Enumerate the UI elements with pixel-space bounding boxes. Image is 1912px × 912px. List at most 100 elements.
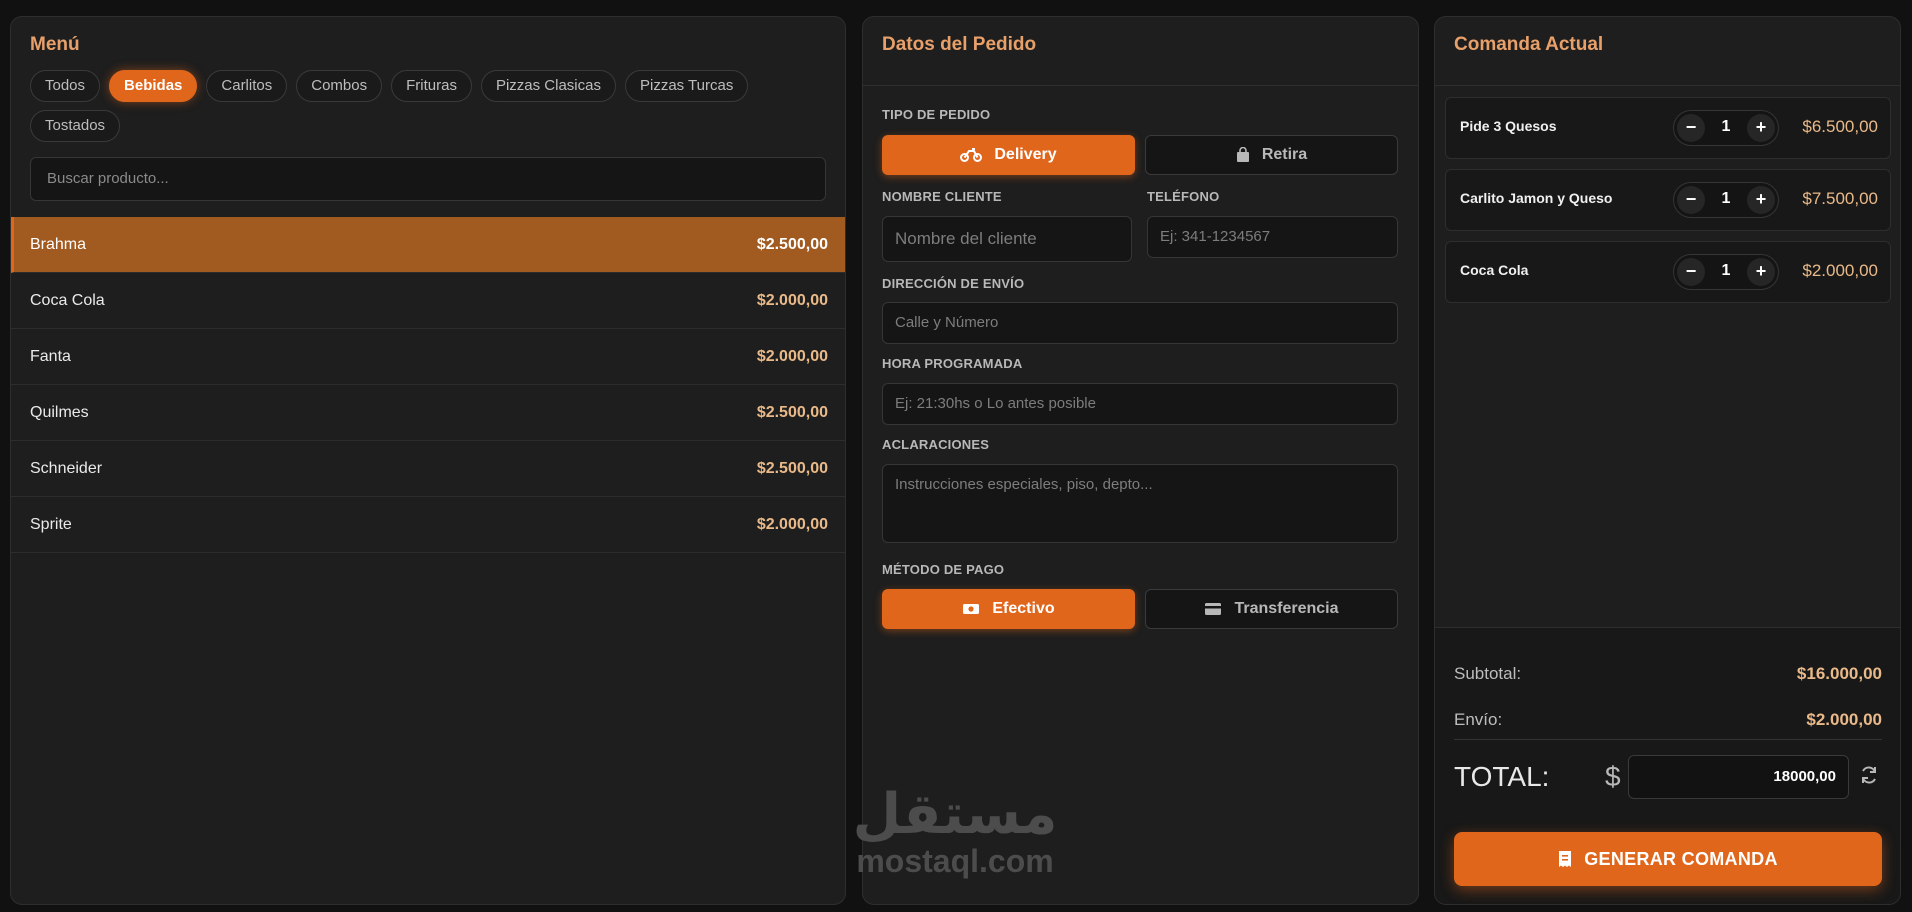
receipt-icon [1559,851,1572,867]
app: Menú Todos Bebidas Carlitos Combos Fritu… [0,0,1912,912]
generate-order-label: GENERAR COMANDA [1584,848,1778,869]
product-price: $2.000,00 [756,515,828,533]
watermark: مستقل mostaql.com [840,782,1070,879]
quantity-value: 1 [1721,262,1731,279]
motorcycle-icon [960,148,983,162]
product-row[interactable]: Coca Cola $2.000,00 [11,273,845,329]
decrease-quantity-button[interactable]: − [1677,258,1705,286]
category-chip-todos[interactable]: Todos [30,70,101,102]
menu-title: Menú [30,34,80,55]
category-filters: Todos Bebidas Carlitos Combos Frituras P… [30,70,830,142]
order-header: Datos del Pedido [863,17,1418,86]
ticket-header: Comanda Actual [1435,17,1900,86]
quantity-stepper: − 1 + [1673,110,1779,146]
product-row[interactable]: Schneider $2.500,00 [11,441,845,497]
shipping-value: $2.000,00 [1806,710,1882,729]
increase-quantity-button[interactable]: + [1747,258,1775,286]
refresh-icon[interactable] [1859,765,1879,791]
increase-quantity-button[interactable]: + [1747,186,1775,214]
scheduled-time-input[interactable]: Ej: 21:30hs o Lo antes posible [882,383,1398,425]
product-name: Schneider [30,459,103,477]
product-list: Brahma $2.500,00 Coca Cola $2.000,00 Fan… [11,217,845,553]
ticket-item: Carlito Jamon y Queso − 1 + $7.500,00 [1445,169,1891,231]
decrease-quantity-button[interactable]: − [1677,114,1705,142]
category-chip-carlitos[interactable]: Carlitos [206,70,288,102]
category-chip-pizzas-clasicas[interactable]: Pizzas Clasicas [480,70,616,102]
decrease-quantity-button[interactable]: − [1677,186,1705,214]
watermark-latin: mostaql.com [856,843,1054,879]
ticket-item-price: $7.500,00 [1802,189,1878,208]
product-name: Sprite [30,515,72,533]
product-name: Quilmes [30,403,89,421]
currency-symbol: $ [1605,761,1621,792]
order-title: Datos del Pedido [882,34,1037,55]
total-label: TOTAL: [1454,761,1550,792]
ticket-panel: Comanda Actual Pide 3 Quesos − 1 + $6.50… [1434,16,1901,905]
ticket-item-name: Coca Cola [1460,262,1529,278]
subtotal-value: $16.000,00 [1796,664,1882,683]
retira-button[interactable]: Retira [1145,135,1398,175]
menu-panel: Menú Todos Bebidas Carlitos Combos Fritu… [10,16,846,905]
product-price: $2.500,00 [756,403,828,421]
increase-quantity-button[interactable]: + [1747,114,1775,142]
quantity-stepper: − 1 + [1673,254,1779,290]
phone-label: TELÉFONO [1147,189,1220,204]
ticket-item-price: $6.500,00 [1802,117,1878,136]
quantity-value: 1 [1721,118,1731,135]
notes-label: ACLARACIONES [882,437,990,452]
total-input[interactable]: 18000,00 [1628,755,1849,799]
ticket-item-price: $2.000,00 [1802,261,1878,280]
product-price: $2.500,00 [756,459,828,477]
category-chip-tostados[interactable]: Tostados [30,110,121,142]
product-search-input[interactable]: Buscar producto... [30,157,826,201]
cash-button[interactable]: Efectivo [882,589,1135,629]
credit-card-icon [1205,603,1222,615]
subtotal-row: Subtotal: $16.000,00 [1454,664,1882,684]
product-row[interactable]: Sprite $2.000,00 [11,497,845,553]
product-row[interactable]: Fanta $2.000,00 [11,329,845,385]
client-name-label: NOMBRE CLIENTE [882,189,1002,204]
product-price: $2.000,00 [756,347,828,365]
payment-method-label: MÉTODO DE PAGO [882,562,1005,577]
retira-label: Retira [1261,146,1308,163]
cash-label: Efectivo [992,600,1055,617]
quantity-stepper: − 1 + [1673,182,1779,218]
order-panel: Datos del Pedido TIPO DE PEDIDO Delivery… [862,16,1419,905]
quantity-value: 1 [1721,190,1731,207]
shipping-row: Envío: $2.000,00 [1454,710,1882,730]
scheduled-time-label: HORA PROGRAMADA [882,356,1023,371]
product-row[interactable]: Brahma $2.500,00 [11,217,845,273]
product-price: $2.500,00 [756,235,828,253]
client-name-input[interactable]: Nombre del cliente [882,216,1132,262]
ticket-item: Pide 3 Quesos − 1 + $6.500,00 [1445,97,1891,159]
shipping-label: Envío: [1454,710,1503,729]
ticket-title: Comanda Actual [1454,34,1604,55]
notes-textarea[interactable]: Instrucciones especiales, piso, depto... [882,464,1398,543]
transfer-label: Transferencia [1234,600,1339,617]
ticket-item-name: Carlito Jamon y Queso [1460,190,1613,206]
watermark-arabic: مستقل [852,782,1058,847]
product-row[interactable]: Quilmes $2.500,00 [11,385,845,441]
address-label: DIRECCIÓN DE ENVÍO [882,276,1025,291]
category-chip-frituras[interactable]: Frituras [391,70,472,102]
delivery-button[interactable]: Delivery [882,135,1135,175]
generate-order-button[interactable]: GENERAR COMANDA [1454,832,1882,886]
ticket-item-name: Pide 3 Quesos [1460,118,1557,134]
product-name: Brahma [30,235,87,253]
ticket-footer: Subtotal: $16.000,00 Envío: $2.000,00 TO… [1435,627,1900,904]
order-type-label: TIPO DE PEDIDO [882,107,991,122]
shopping-bag-icon [1236,147,1249,162]
address-input[interactable]: Calle y Número [882,302,1398,344]
delivery-label: Delivery [994,146,1057,163]
product-price: $2.000,00 [756,291,828,309]
transfer-button[interactable]: Transferencia [1145,589,1398,629]
phone-input[interactable]: Ej: 341-1234567 [1147,216,1398,258]
category-chip-bebidas[interactable]: Bebidas [109,70,198,102]
cash-icon [963,604,980,614]
ticket-item: Coca Cola − 1 + $2.000,00 [1445,241,1891,303]
product-name: Fanta [30,347,71,365]
category-chip-pizzas-turcas[interactable]: Pizzas Turcas [624,70,749,102]
subtotal-label: Subtotal: [1454,664,1522,683]
product-name: Coca Cola [30,291,105,309]
category-chip-combos[interactable]: Combos [296,70,383,102]
